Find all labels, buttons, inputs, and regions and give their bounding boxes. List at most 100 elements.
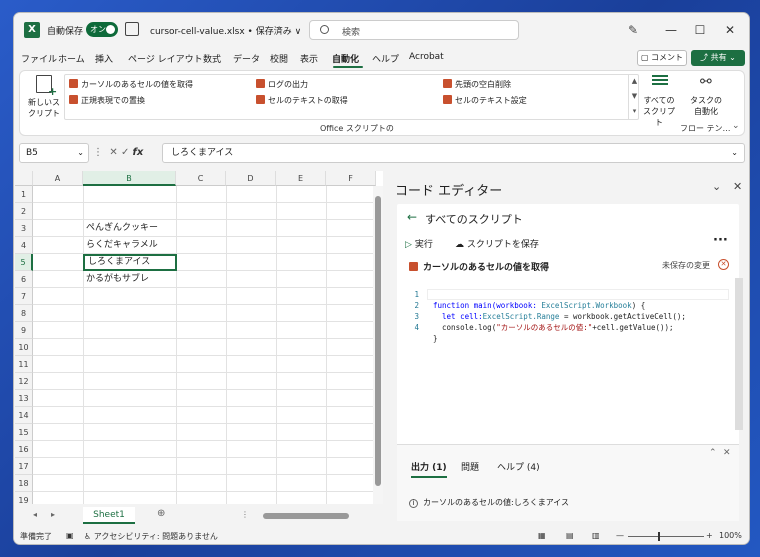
zoom-slider[interactable] [628,532,704,541]
prev-sheet-icon[interactable]: ◂ [33,510,37,519]
script-item[interactable]: ログの出力 [256,79,308,90]
back-arrow-icon[interactable]: ← [407,210,417,224]
row-header[interactable]: 14 [15,407,33,424]
more-icon[interactable]: ⋮ [93,147,103,158]
all-scripts-button[interactable]: すべての スクリプト [642,95,676,128]
menu-view[interactable]: 表示 [300,52,318,65]
select-all-corner[interactable] [15,171,33,186]
maximize-button[interactable]: ☐ [688,20,712,40]
gallery-scroll[interactable]: ▲ ▼ ▾ [628,74,640,120]
menu-formulas[interactable]: 数式 [203,52,221,65]
menu-page-layout[interactable]: ページ レイアウト [128,52,203,65]
discard-icon[interactable]: ✕ [718,259,729,270]
tab-help[interactable]: ヘルプ (4) [497,460,540,473]
sheet-tab[interactable]: Sheet1 [83,507,135,524]
menu-review[interactable]: 校閲 [270,52,288,65]
row-header[interactable]: 6 [15,271,33,288]
macro-record-icon[interactable]: ▣ [66,531,74,540]
next-sheet-icon[interactable]: ▸ [51,510,55,519]
row-header[interactable]: 4 [15,237,33,254]
horizontal-scrollbar[interactable] [255,512,365,520]
column-header[interactable]: D [226,171,276,186]
zoom-in-icon[interactable]: + [706,531,713,540]
row-header[interactable]: 7 [15,288,33,305]
cell-b3[interactable]: ぺんぎんクッキー [83,220,176,237]
page-layout-icon[interactable]: ▤ [566,531,574,540]
cell-b6[interactable]: かるがもサブレ [83,271,176,288]
comment-button[interactable]: ▢ コメント [637,50,687,66]
add-sheet-icon[interactable]: ⊕ [157,508,165,519]
chevron-up-icon[interactable]: ▲ [632,77,637,85]
code-area[interactable]: 1 function main(workbook: ExcelScript.Wo… [405,278,743,430]
normal-view-icon[interactable]: ▦ [538,531,546,540]
save-icon[interactable] [125,22,139,36]
chevron-down-icon[interactable]: ▼ [632,92,637,100]
scroll-thumb[interactable] [375,196,381,486]
accessibility-status[interactable]: ♿ アクセシビリティ: 問題ありません [84,531,218,542]
column-header[interactable]: F [326,171,376,186]
cancel-icon[interactable]: ✕ [109,147,117,158]
row-header[interactable]: 8 [15,305,33,322]
cell-b4[interactable]: らくだキャラメル [83,237,176,254]
file-name[interactable]: cursor-cell-value.xlsx • 保存済み ∨ [150,24,301,37]
row-header[interactable]: 17 [15,458,33,475]
script-item[interactable]: 先頭の空白削除 [443,79,511,90]
menu-automate[interactable]: 自動化 [332,52,359,65]
chevron-down-icon[interactable]: ⌄ [712,180,721,193]
scroll-thumb[interactable] [263,513,349,519]
search-box[interactable]: 検索 [309,20,519,40]
script-item[interactable]: 正規表現での置換 [69,95,145,106]
check-icon[interactable]: ✓ [121,147,129,158]
automate-task-button[interactable]: タスクの 自動化 [686,95,726,117]
menu-home[interactable]: ホーム [58,52,85,65]
vertical-scrollbar[interactable] [373,186,383,504]
script-item[interactable]: セルのテキストの取得 [256,95,348,106]
row-header[interactable]: 1 [15,186,33,203]
column-header[interactable]: C [176,171,226,186]
row-header[interactable]: 13 [15,390,33,407]
more-icon[interactable]: ⋮ [241,510,249,519]
formula-input[interactable]: しろくまアイス ⌄ [162,143,745,163]
flow-icon[interactable]: ⚯ [700,74,712,90]
row-header[interactable]: 9 [15,322,33,339]
minimize-button[interactable]: — [659,20,683,40]
worksheet-grid[interactable]: A B C D E F 1 2 3 4 5 6 7 8 9 10 11 12 1… [15,171,383,504]
share-button[interactable]: ⤴ 共有 ⌄ [691,50,745,66]
row-header[interactable]: 16 [15,441,33,458]
autosave-toggle[interactable]: オン [86,22,118,37]
code-scrollbar[interactable] [735,278,743,430]
column-header[interactable]: A [33,171,83,186]
chevron-down-icon[interactable]: ⌄ [77,144,84,162]
row-header[interactable]: 5 [15,254,33,271]
page-break-icon[interactable]: ▥ [592,531,600,540]
row-header[interactable]: 11 [15,356,33,373]
menu-acrobat[interactable]: Acrobat [409,52,444,62]
row-header[interactable]: 19 [15,492,33,504]
tab-problems[interactable]: 問題 [461,460,479,473]
pen-icon[interactable]: ✎ [628,23,638,37]
row-header[interactable]: 12 [15,373,33,390]
list-icon[interactable] [652,73,668,89]
script-item[interactable]: カーソルのあるセルの値を取得 [69,79,193,90]
run-button[interactable]: ▷ 実行 [405,237,433,250]
new-script-button[interactable]: 新しいス クリプト [26,97,62,119]
close-icon[interactable]: ✕ [733,180,742,193]
more-options-icon[interactable]: ··· [713,233,728,248]
menu-file[interactable]: ファイル [21,52,57,65]
close-icon[interactable]: ✕ [723,448,731,458]
cell-b5-active[interactable]: しろくまアイス [83,254,177,271]
zoom-out-icon[interactable]: — [616,531,624,540]
script-item[interactable]: セルのテキスト設定 [443,95,527,106]
column-header[interactable]: B [83,171,176,186]
more-icon[interactable]: ▾ [633,107,637,115]
row-header[interactable]: 15 [15,424,33,441]
chevron-down-icon[interactable]: ⌄ [732,121,740,131]
save-script-button[interactable]: ☁ スクリプトを保存 [455,237,539,250]
menu-insert[interactable]: 挿入 [95,52,113,65]
column-header[interactable]: E [276,171,326,186]
row-header[interactable]: 18 [15,475,33,492]
menu-data[interactable]: データ [233,52,260,65]
fx-icon[interactable]: fx [133,147,144,158]
chevron-up-icon[interactable]: ⌃ [709,448,717,458]
zoom-level[interactable]: 100% [719,531,742,540]
